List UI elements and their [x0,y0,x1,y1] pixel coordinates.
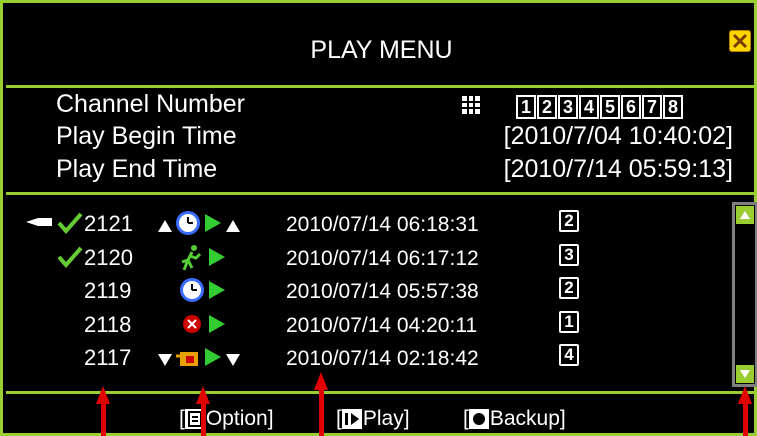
play-begin-label: Play Begin Time [56,122,237,150]
channel-box-2[interactable]: 2 [537,95,557,119]
record-row[interactable]: 2120 2010/07/14 06:17:12 3 [6,242,728,276]
close-icon [732,33,748,49]
pointer-hand-icon [26,218,52,226]
channel-box-1[interactable]: 1 [516,95,536,119]
record-event-icons [178,275,228,305]
record-row[interactable]: 2117 2010/07/14 02:18:42 4 [6,342,728,376]
channel-selector: 12345678 [516,95,684,119]
option-button[interactable]: [ Option] [179,407,274,431]
play-label: Play] [362,407,410,430]
triangle-up-icon [158,220,172,232]
record-channel-badge: 2 [559,277,579,299]
grid-icon[interactable] [461,95,481,115]
channel-box-4[interactable]: 4 [579,95,599,119]
triangle-down-icon [226,354,240,366]
record-number: 2121 [84,211,133,236]
backup-label: Backup] [489,407,566,430]
channel-box-5[interactable]: 5 [600,95,620,119]
footer-bar: [ Option] [ Play] [ Backup] [6,391,757,436]
backup-button[interactable]: [ Backup] [463,407,566,431]
play-icon [205,214,221,232]
record-icon [468,409,489,429]
play-button[interactable]: [ Play] [336,407,410,431]
play-end-value[interactable]: [2010/7/14 05:59:13] [504,155,733,184]
motion-icon [181,244,202,271]
record-channel-badge: 2 [559,210,579,232]
record-timestamp: 2010/07/14 04:20:11 [286,313,478,337]
record-timestamp: 2010/07/14 02:18:42 [286,347,479,370]
scroll-down-button[interactable] [736,365,754,383]
alarm-icon [183,314,201,333]
record-number: 2119 [84,278,132,303]
checkmark-icon [57,212,83,235]
arrow-up-icon [740,211,750,219]
info-panel: Channel Number 12345678 Play Begin Time … [6,88,757,195]
clock-icon [180,278,204,302]
record-list: 2121 2010/07/14 06:18:31 2 2120 2010/07/14 0… [6,198,728,388]
channel-box-3[interactable]: 3 [558,95,578,119]
close-button[interactable] [729,30,751,52]
play-icon [205,348,221,366]
scroll-up-button[interactable] [736,206,754,224]
dialog-title: PLAY MENU [310,36,453,64]
record-number: 2120 [84,244,133,270]
triangle-up-icon [226,220,240,232]
play-pause-icon [341,409,362,429]
clock-icon [176,211,200,235]
record-channel-badge: 4 [559,344,579,366]
record-row[interactable]: 2119 2010/07/14 05:57:38 2 [6,275,728,309]
record-channel-badge: 1 [559,310,579,333]
record-row[interactable]: 2118 2010/07/14 04:20:11 1 [6,309,728,343]
record-channel-badge: 3 [559,243,579,266]
option-label: Option] [205,407,274,430]
record-event-icons [178,309,228,339]
channel-box-8[interactable]: 8 [663,95,683,119]
triangle-down-icon [158,354,172,366]
play-menu-dialog: PLAY MENU Channel Number 12345678 Play B… [0,0,757,436]
play-icon [209,314,225,333]
channel-box-7[interactable]: 7 [642,95,662,119]
record-event-icons [156,208,242,238]
record-event-icons [178,242,228,272]
record-timestamp: 2010/07/14 05:57:38 [286,280,479,303]
play-begin-value[interactable]: [2010/7/04 10:40:02] [504,122,733,151]
arrow-down-icon [740,370,750,378]
channel-box-6[interactable]: 6 [621,95,641,119]
record-timestamp: 2010/07/14 06:17:12 [286,246,479,270]
play-icon [209,247,225,266]
record-event-icons [156,342,242,372]
record-number: 2118 [84,311,132,337]
title-bar: PLAY MENU [6,6,757,88]
record-number: 2117 [84,345,132,370]
play-end-label: Play End Time [56,155,218,183]
scrollbar[interactable] [732,202,757,387]
channel-number-label: Channel Number [56,90,245,118]
record-row[interactable]: 2121 2010/07/14 06:18:31 2 [6,208,728,242]
play-icon [209,281,225,299]
checkmark-icon [57,246,83,268]
record-timestamp: 2010/07/14 06:18:31 [286,213,479,236]
sensor-icon [176,352,198,366]
